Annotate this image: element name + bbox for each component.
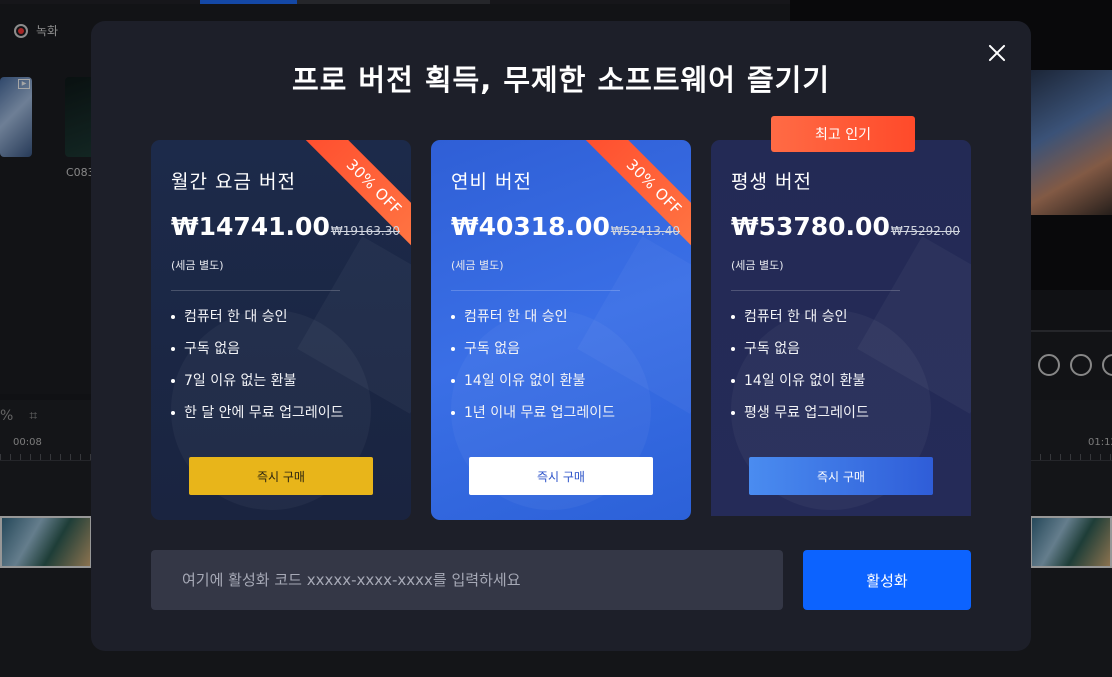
feature-text: 14일 이유 없이 환불	[464, 373, 586, 389]
feature-item: 구독 없음	[731, 339, 869, 371]
feature-list: 컴퓨터 한 대 승인 구독 없음 14일 이유 없이 환불 1년 이내 무료 업…	[451, 307, 615, 435]
divider	[451, 290, 620, 291]
feature-text: 14일 이유 없이 환불	[744, 373, 866, 389]
bullet-icon	[731, 315, 735, 319]
activate-button[interactable]: 활성화	[803, 550, 971, 610]
bullet-icon	[171, 315, 175, 319]
bullet-icon	[171, 411, 175, 415]
plan-original-price: ₩52413.40	[610, 224, 680, 238]
feature-item: 구독 없음	[451, 339, 615, 371]
feature-item: 7일 이유 없는 환불	[171, 371, 343, 403]
bullet-icon	[171, 379, 175, 383]
tax-note: (세금 별도)	[731, 259, 784, 272]
tax-note: (세금 별도)	[451, 259, 504, 272]
plan-price: ₩53780.00	[731, 212, 890, 241]
bullet-icon	[731, 411, 735, 415]
feature-item: 14일 이유 없이 환불	[731, 371, 869, 403]
bullet-icon	[451, 315, 455, 319]
bullet-icon	[731, 379, 735, 383]
popular-badge: 최고 인기	[771, 116, 915, 152]
bullet-icon	[451, 347, 455, 351]
feature-text: 평생 무료 업그레이드	[744, 405, 869, 421]
price-row: ₩40318.00 ₩52413.40	[451, 212, 680, 241]
price-row: ₩53780.00 ₩75292.00	[731, 212, 960, 241]
feature-item: 14일 이유 없이 환불	[451, 371, 615, 403]
plan-card-lifetime: 평생 버전 ₩53780.00 ₩75292.00 (세금 별도) 컴퓨터 한 …	[711, 140, 971, 516]
feature-item: 구독 없음	[171, 339, 343, 371]
feature-item: 컴퓨터 한 대 승인	[171, 307, 343, 339]
plan-name: 월간 요금 버전	[171, 171, 296, 193]
plan-original-price: ₩75292.00	[890, 224, 960, 238]
activation-code-input[interactable]	[151, 550, 783, 610]
bullet-icon	[451, 379, 455, 383]
feature-text: 7일 이유 없는 환불	[184, 373, 297, 389]
price-row: ₩14741.00 ₩19163.30	[171, 212, 400, 241]
feature-list: 컴퓨터 한 대 승인 구독 없음 14일 이유 없이 환불 평생 무료 업그레이…	[731, 307, 869, 435]
feature-text: 1년 이내 무료 업그레이드	[464, 405, 616, 421]
tax-note: (세금 별도)	[171, 259, 224, 272]
bullet-icon	[451, 411, 455, 415]
divider	[171, 290, 340, 291]
feature-text: 한 달 안에 무료 업그레이드	[184, 405, 344, 421]
modal-title: 프로 버전 획득, 무제한 소프트웨어 즐기기	[291, 63, 831, 97]
feature-item: 한 달 안에 무료 업그레이드	[171, 403, 343, 435]
feature-text: 구독 없음	[464, 341, 520, 357]
feature-text: 컴퓨터 한 대 승인	[744, 309, 848, 325]
close-icon[interactable]	[985, 41, 1009, 65]
feature-item: 1년 이내 무료 업그레이드	[451, 403, 615, 435]
feature-item: 컴퓨터 한 대 승인	[731, 307, 869, 339]
buy-now-button-lifetime[interactable]: 즉시 구매	[749, 457, 933, 495]
plan-card-monthly: 30% OFF 월간 요금 버전 ₩14741.00 ₩19163.30 (세금…	[151, 140, 411, 520]
feature-item: 컴퓨터 한 대 승인	[451, 307, 615, 339]
feature-text: 컴퓨터 한 대 승인	[184, 309, 288, 325]
plan-name: 연비 버전	[451, 171, 532, 193]
feature-text: 구독 없음	[184, 341, 240, 357]
feature-item: 평생 무료 업그레이드	[731, 403, 869, 435]
feature-list: 컴퓨터 한 대 승인 구독 없음 7일 이유 없는 환불 한 달 안에 무료 업…	[171, 307, 343, 435]
buy-now-button-monthly[interactable]: 즉시 구매	[189, 457, 373, 495]
bullet-icon	[731, 347, 735, 351]
feature-text: 구독 없음	[744, 341, 800, 357]
plan-price: ₩14741.00	[171, 212, 330, 241]
plan-price: ₩40318.00	[451, 212, 610, 241]
upgrade-modal: 프로 버전 획득, 무제한 소프트웨어 즐기기 30% OFF 월간 요금 버전…	[91, 21, 1031, 651]
plan-original-price: ₩19163.30	[330, 224, 400, 238]
divider	[731, 290, 900, 291]
plan-name: 평생 버전	[731, 171, 812, 193]
plan-card-yearly: 30% OFF 연비 버전 ₩40318.00 ₩52413.40 (세금 별도…	[431, 140, 691, 520]
bullet-icon	[171, 347, 175, 351]
buy-now-button-yearly[interactable]: 즉시 구매	[469, 457, 653, 495]
feature-text: 컴퓨터 한 대 승인	[464, 309, 568, 325]
